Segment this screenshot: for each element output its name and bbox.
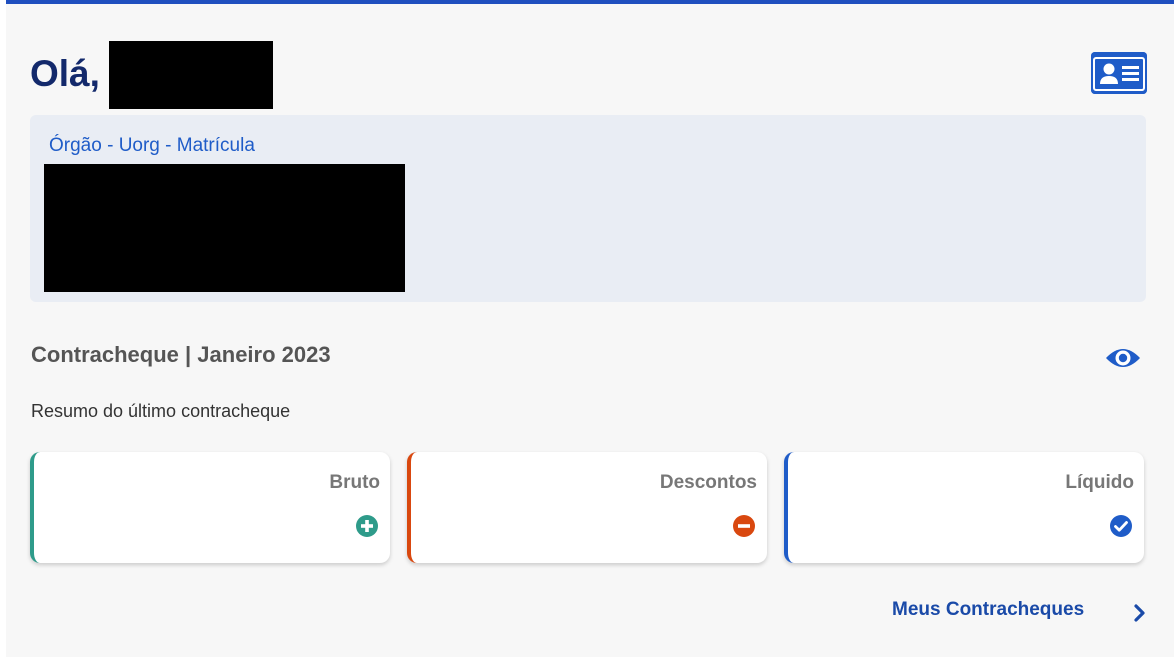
payslip-section-subtitle: Resumo do último contracheque — [31, 401, 291, 421]
chevron-right-icon[interactable] — [1133, 604, 1147, 622]
net-card[interactable]: Líquido — [784, 452, 1144, 563]
greeting-title: Olá, — [30, 53, 100, 94]
discounts-card[interactable]: Descontos — [407, 452, 767, 563]
my-payslips-link[interactable]: Meus Contracheques — [892, 599, 1084, 621]
employment-info-box: Órgão - Uorg - Matrícula — [30, 115, 1146, 302]
dashboard-panel: Olá, Órgão - Uorg - Matrícula Contracheq… — [6, 0, 1174, 657]
discounts-card-label: Descontos — [659, 472, 757, 493]
employment-info-label: Órgão - Uorg - Matrícula — [49, 135, 255, 156]
toggle-visibility-button[interactable] — [1105, 342, 1141, 374]
id-card-button[interactable] — [1091, 52, 1147, 94]
net-card-label: Líquido — [1065, 472, 1134, 493]
redacted-user-name — [109, 41, 273, 109]
gross-card-label: Bruto — [329, 472, 380, 493]
plus-circle-icon — [356, 515, 378, 537]
gross-card[interactable]: Bruto — [30, 452, 390, 563]
minus-circle-icon — [733, 515, 755, 537]
check-circle-icon — [1110, 515, 1132, 537]
eye-icon — [1106, 349, 1140, 367]
payslip-section-title: Contracheque | Janeiro 2023 — [31, 342, 331, 367]
redacted-employment-info — [44, 164, 405, 292]
id-card-icon — [1091, 52, 1147, 94]
